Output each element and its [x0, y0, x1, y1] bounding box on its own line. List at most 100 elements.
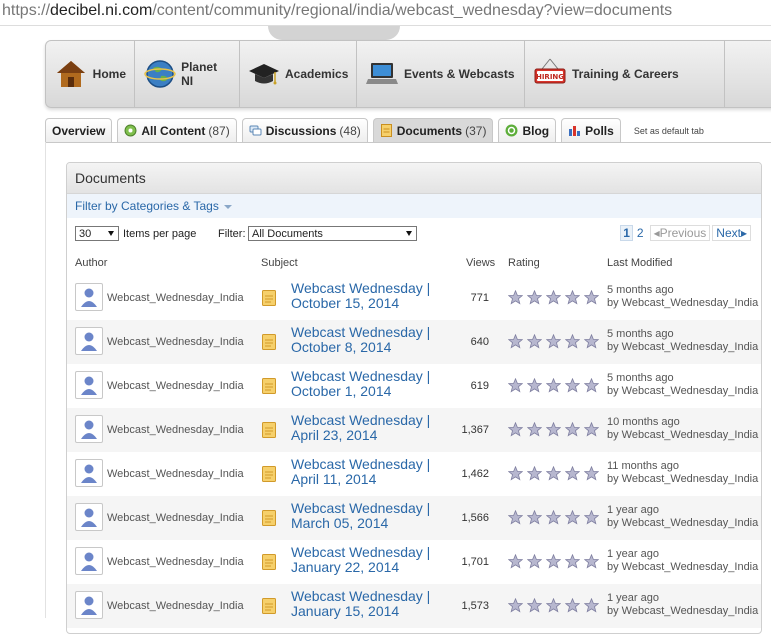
modified-by[interactable]: by Webcast_Wednesday_India [607, 385, 758, 397]
rating-star-icon[interactable] [565, 466, 580, 481]
rating-stars[interactable] [508, 290, 603, 305]
author-link[interactable]: Webcast_Wednesday_India [107, 320, 244, 364]
rating-star-icon[interactable] [508, 378, 523, 393]
rating-star-icon[interactable] [584, 598, 599, 613]
rating-star-icon[interactable] [565, 378, 580, 393]
rating-stars[interactable] [508, 510, 603, 525]
document-title-link[interactable]: Webcast Wednesday | January 15, 2014 [291, 589, 431, 619]
nav-events-webcasts[interactable]: Events & Webcasts [357, 41, 525, 107]
modified-by[interactable]: by Webcast_Wednesday_India [607, 297, 758, 309]
rating-star-icon[interactable] [584, 466, 599, 481]
rating-star-icon[interactable] [508, 598, 523, 613]
rating-star-icon[interactable] [546, 554, 561, 569]
avatar[interactable] [75, 503, 103, 531]
document-title-link[interactable]: Webcast Wednesday | October 1, 2014 [291, 369, 431, 399]
tab-discussions[interactable]: Discussions (48) [241, 118, 368, 142]
rating-star-icon[interactable] [565, 598, 580, 613]
document-title-link[interactable]: Webcast Wednesday | March 05, 2014 [291, 501, 431, 531]
rating-stars[interactable] [508, 466, 603, 481]
rating-star-icon[interactable] [565, 422, 580, 437]
avatar[interactable] [75, 371, 103, 399]
rating-star-icon[interactable] [508, 554, 523, 569]
rating-star-icon[interactable] [546, 378, 561, 393]
rating-star-icon[interactable] [527, 378, 542, 393]
avatar[interactable] [75, 459, 103, 487]
nav-training-careers[interactable]: HIRING Training & Careers [525, 41, 725, 107]
rating-star-icon[interactable] [527, 290, 542, 305]
previous-button[interactable]: ◂Previous [649, 225, 711, 241]
rating-star-icon[interactable] [508, 466, 523, 481]
modified-by[interactable]: by Webcast_Wednesday_India [607, 341, 758, 353]
nav-planet-ni[interactable]: Planet NI [135, 41, 240, 107]
col-last-modified[interactable]: Last Modified [607, 257, 672, 269]
col-views[interactable]: Views [466, 257, 495, 269]
rating-star-icon[interactable] [527, 598, 542, 613]
rating-star-icon[interactable] [527, 554, 542, 569]
avatar[interactable] [75, 283, 103, 311]
rating-stars[interactable] [508, 422, 603, 437]
rating-stars[interactable] [508, 334, 603, 349]
rating-star-icon[interactable] [546, 334, 561, 349]
author-link[interactable]: Webcast_Wednesday_India [107, 408, 244, 452]
rating-star-icon[interactable] [546, 466, 561, 481]
rating-star-icon[interactable] [584, 422, 599, 437]
col-rating[interactable]: Rating [508, 257, 540, 269]
rating-star-icon[interactable] [508, 510, 523, 525]
rating-star-icon[interactable] [546, 290, 561, 305]
rating-star-icon[interactable] [546, 510, 561, 525]
rating-star-icon[interactable] [527, 422, 542, 437]
rating-star-icon[interactable] [584, 334, 599, 349]
author-link[interactable]: Webcast_Wednesday_India [107, 452, 244, 496]
rating-stars[interactable] [508, 554, 603, 569]
modified-by[interactable]: by Webcast_Wednesday_India [607, 473, 758, 485]
author-link[interactable]: Webcast_Wednesday_India [107, 540, 244, 584]
modified-by[interactable]: by Webcast_Wednesday_India [607, 561, 758, 573]
rating-star-icon[interactable] [508, 290, 523, 305]
rating-star-icon[interactable] [527, 510, 542, 525]
rating-star-icon[interactable] [565, 510, 580, 525]
rating-star-icon[interactable] [508, 334, 523, 349]
avatar[interactable] [75, 547, 103, 575]
rating-star-icon[interactable] [527, 466, 542, 481]
rating-star-icon[interactable] [584, 290, 599, 305]
next-button[interactable]: Next▸ [712, 225, 751, 241]
avatar[interactable] [75, 327, 103, 355]
modified-by[interactable]: by Webcast_Wednesday_India [607, 429, 758, 441]
rating-star-icon[interactable] [584, 510, 599, 525]
tab-documents[interactable]: Documents (37) [372, 118, 494, 142]
rating-star-icon[interactable] [527, 334, 542, 349]
caret-down-icon[interactable] [223, 204, 232, 209]
avatar[interactable] [75, 591, 103, 619]
rating-star-icon[interactable] [584, 378, 599, 393]
set-default-tab-link[interactable]: Set as default tab [634, 126, 704, 142]
modified-by[interactable]: by Webcast_Wednesday_India [607, 517, 758, 529]
tab-overview[interactable]: Overview [45, 118, 113, 142]
rating-star-icon[interactable] [546, 598, 561, 613]
rating-star-icon[interactable] [546, 422, 561, 437]
col-subject[interactable]: Subject [261, 257, 298, 269]
document-title-link[interactable]: Webcast Wednesday | April 11, 2014 [291, 457, 431, 487]
address-bar[interactable]: https://decibel.ni.com/content/community… [0, 0, 771, 26]
filter-select[interactable]: All Documents [248, 226, 417, 241]
document-title-link[interactable]: Webcast Wednesday | October 8, 2014 [291, 325, 431, 355]
modified-by[interactable]: by Webcast_Wednesday_India [607, 605, 758, 617]
avatar[interactable] [75, 415, 103, 443]
tab-polls[interactable]: Polls [561, 118, 621, 142]
rating-star-icon[interactable] [565, 290, 580, 305]
document-title-link[interactable]: Webcast Wednesday | April 23, 2014 [291, 413, 431, 443]
nav-academics[interactable]: Academics [240, 41, 357, 107]
rating-star-icon[interactable] [565, 554, 580, 569]
page-2-link[interactable]: 2 [637, 226, 644, 240]
rating-star-icon[interactable] [508, 422, 523, 437]
items-per-page-select[interactable]: 30 [75, 226, 119, 241]
document-title-link[interactable]: Webcast Wednesday | October 15, 2014 [291, 281, 431, 311]
rating-stars[interactable] [508, 378, 603, 393]
tab-blog[interactable]: Blog [498, 118, 557, 142]
tab-all-content[interactable]: All Content (87) [117, 118, 237, 142]
author-link[interactable]: Webcast_Wednesday_India [107, 276, 244, 320]
nav-home[interactable]: Home [46, 41, 135, 107]
filter-categories-link[interactable]: Filter by Categories & Tags [75, 199, 219, 213]
rating-star-icon[interactable] [584, 554, 599, 569]
rating-stars[interactable] [508, 598, 603, 613]
author-link[interactable]: Webcast_Wednesday_India [107, 496, 244, 540]
